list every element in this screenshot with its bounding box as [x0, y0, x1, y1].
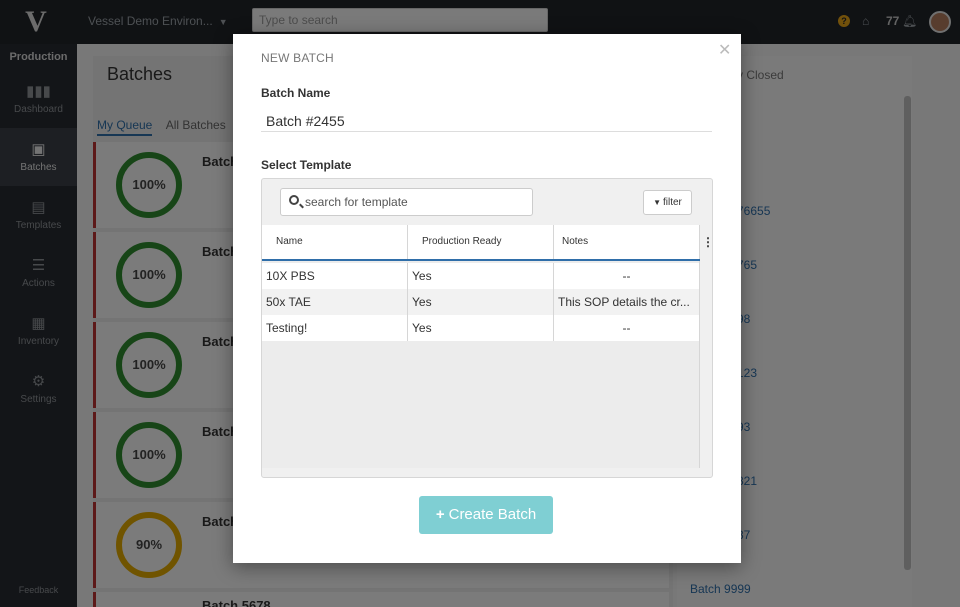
plus-icon: +: [435, 506, 445, 523]
batch-name-input[interactable]: [261, 110, 712, 132]
cell-notes: This SOP details the cr...: [554, 289, 700, 315]
filter-button[interactable]: ▼ filter: [643, 190, 692, 215]
cell-notes: --: [554, 263, 700, 289]
column-header-name[interactable]: Name: [262, 225, 408, 259]
create-batch-button[interactable]: + Create Batch: [419, 496, 553, 534]
close-icon[interactable]: ✕: [718, 40, 731, 60]
filter-label: filter: [663, 197, 682, 208]
create-batch-label: Create Batch: [448, 506, 537, 523]
modal-title: NEW BATCH: [261, 51, 334, 65]
table-row[interactable]: Testing! Yes --: [262, 315, 700, 341]
cell-ready: Yes: [408, 315, 554, 341]
column-header-notes[interactable]: Notes: [554, 225, 700, 259]
column-menu-icon[interactable]: ⋮: [702, 225, 714, 259]
table-row[interactable]: 50x TAE Yes This SOP details the cr...: [262, 289, 700, 315]
cell-ready: Yes: [408, 289, 554, 315]
new-batch-modal: NEW BATCH ✕ Batch Name Select Template ▼…: [233, 34, 741, 563]
filter-icon: ▼: [653, 198, 661, 207]
cell-name: 10X PBS: [262, 263, 408, 289]
grid-header: Name Production Ready Notes ⋮: [262, 225, 714, 261]
cell-name: 50x TAE: [262, 289, 408, 315]
cell-ready: Yes: [408, 263, 554, 289]
template-search-input[interactable]: [305, 192, 525, 212]
search-icon: [289, 195, 299, 205]
select-template-label: Select Template: [261, 158, 352, 172]
cell-name: Testing!: [262, 315, 408, 341]
table-row[interactable]: 10X PBS Yes --: [262, 263, 700, 289]
template-search[interactable]: [280, 188, 533, 216]
template-picker: ▼filter Name Production Ready Notes ⋮ 10…: [261, 178, 714, 478]
template-grid: Name Production Ready Notes ⋮ 10X PBS Ye…: [262, 225, 714, 468]
column-header-production-ready[interactable]: Production Ready: [408, 225, 554, 259]
batch-name-label: Batch Name: [261, 86, 331, 100]
cell-notes: --: [554, 315, 700, 341]
